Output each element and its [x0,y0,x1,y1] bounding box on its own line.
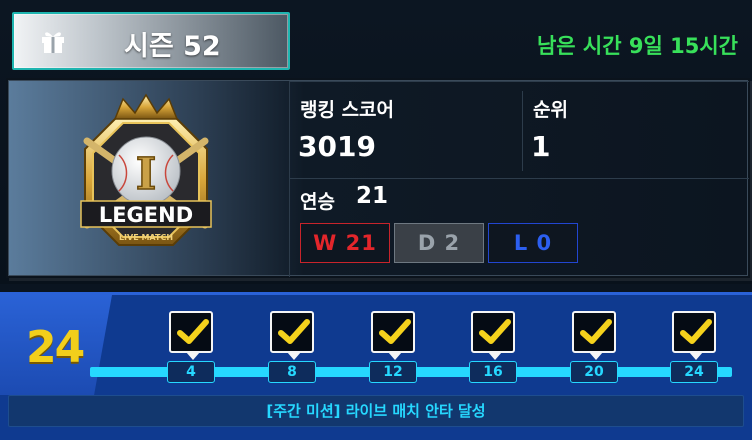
checkmark-icon [371,311,415,360]
win-streak-value: 21 [356,183,389,209]
season-button[interactable]: 시즌 52 [12,12,290,70]
milestone-reward[interactable]: 12 [369,311,417,383]
divider [289,81,749,82]
milestone-number: 16 [469,361,517,383]
losses-badge: L 0 [488,223,578,263]
milestone-reward[interactable]: 4 [167,311,215,383]
mission-progress-count: 24 [26,322,85,373]
time-remaining: 남은 시간 9일 15시간 [536,34,738,58]
milestone-reward[interactable]: 20 [570,311,618,383]
checkmark-icon [672,311,716,360]
emblem-tier: LEGEND [99,203,193,227]
milestone-reward[interactable]: 24 [670,311,718,383]
mission-description: [주간 미션] 라이브 매치 안타 달성 [8,395,744,427]
weekly-mission-panel: 24 4 8 12 16 20 24 [주간 미션] 라이브 매치 안타 달성 [0,292,752,440]
divider [289,178,749,179]
divider [289,81,290,277]
emblem-letter: I [136,149,157,200]
milestone-number: 24 [670,361,718,383]
ranking-score-value: 3019 [298,130,376,163]
milestone-number: 4 [167,361,215,383]
milestone-reward[interactable]: 16 [469,311,517,383]
rank-label: 순위 [533,99,568,121]
checkmark-icon [471,311,515,360]
milestone-number: 20 [570,361,618,383]
milestone-number: 8 [268,361,316,383]
milestone-reward[interactable]: 8 [268,311,316,383]
season-label: 시즌 52 [124,31,221,62]
checkmark-icon [169,311,213,360]
draws-badge: D 2 [394,223,484,263]
divider [522,91,523,171]
wins-badge: W 21 [300,223,390,263]
rank-value: 1 [531,130,551,163]
legend-tier-emblem: I LEGEND LIVE MATCH [80,93,212,246]
checkmark-icon [572,311,616,360]
emblem-subtitle: LIVE MATCH [119,233,173,242]
checkmark-icon [270,311,314,360]
gift-icon [42,32,64,53]
milestone-number: 12 [369,361,417,383]
win-streak-label: 연승 [300,191,335,213]
season-panel: 시즌 52 남은 시간 9일 15시간 I LEGEND LIVE MATCH … [0,0,752,284]
ranking-score-label: 랭킹 스코어 [300,99,395,121]
